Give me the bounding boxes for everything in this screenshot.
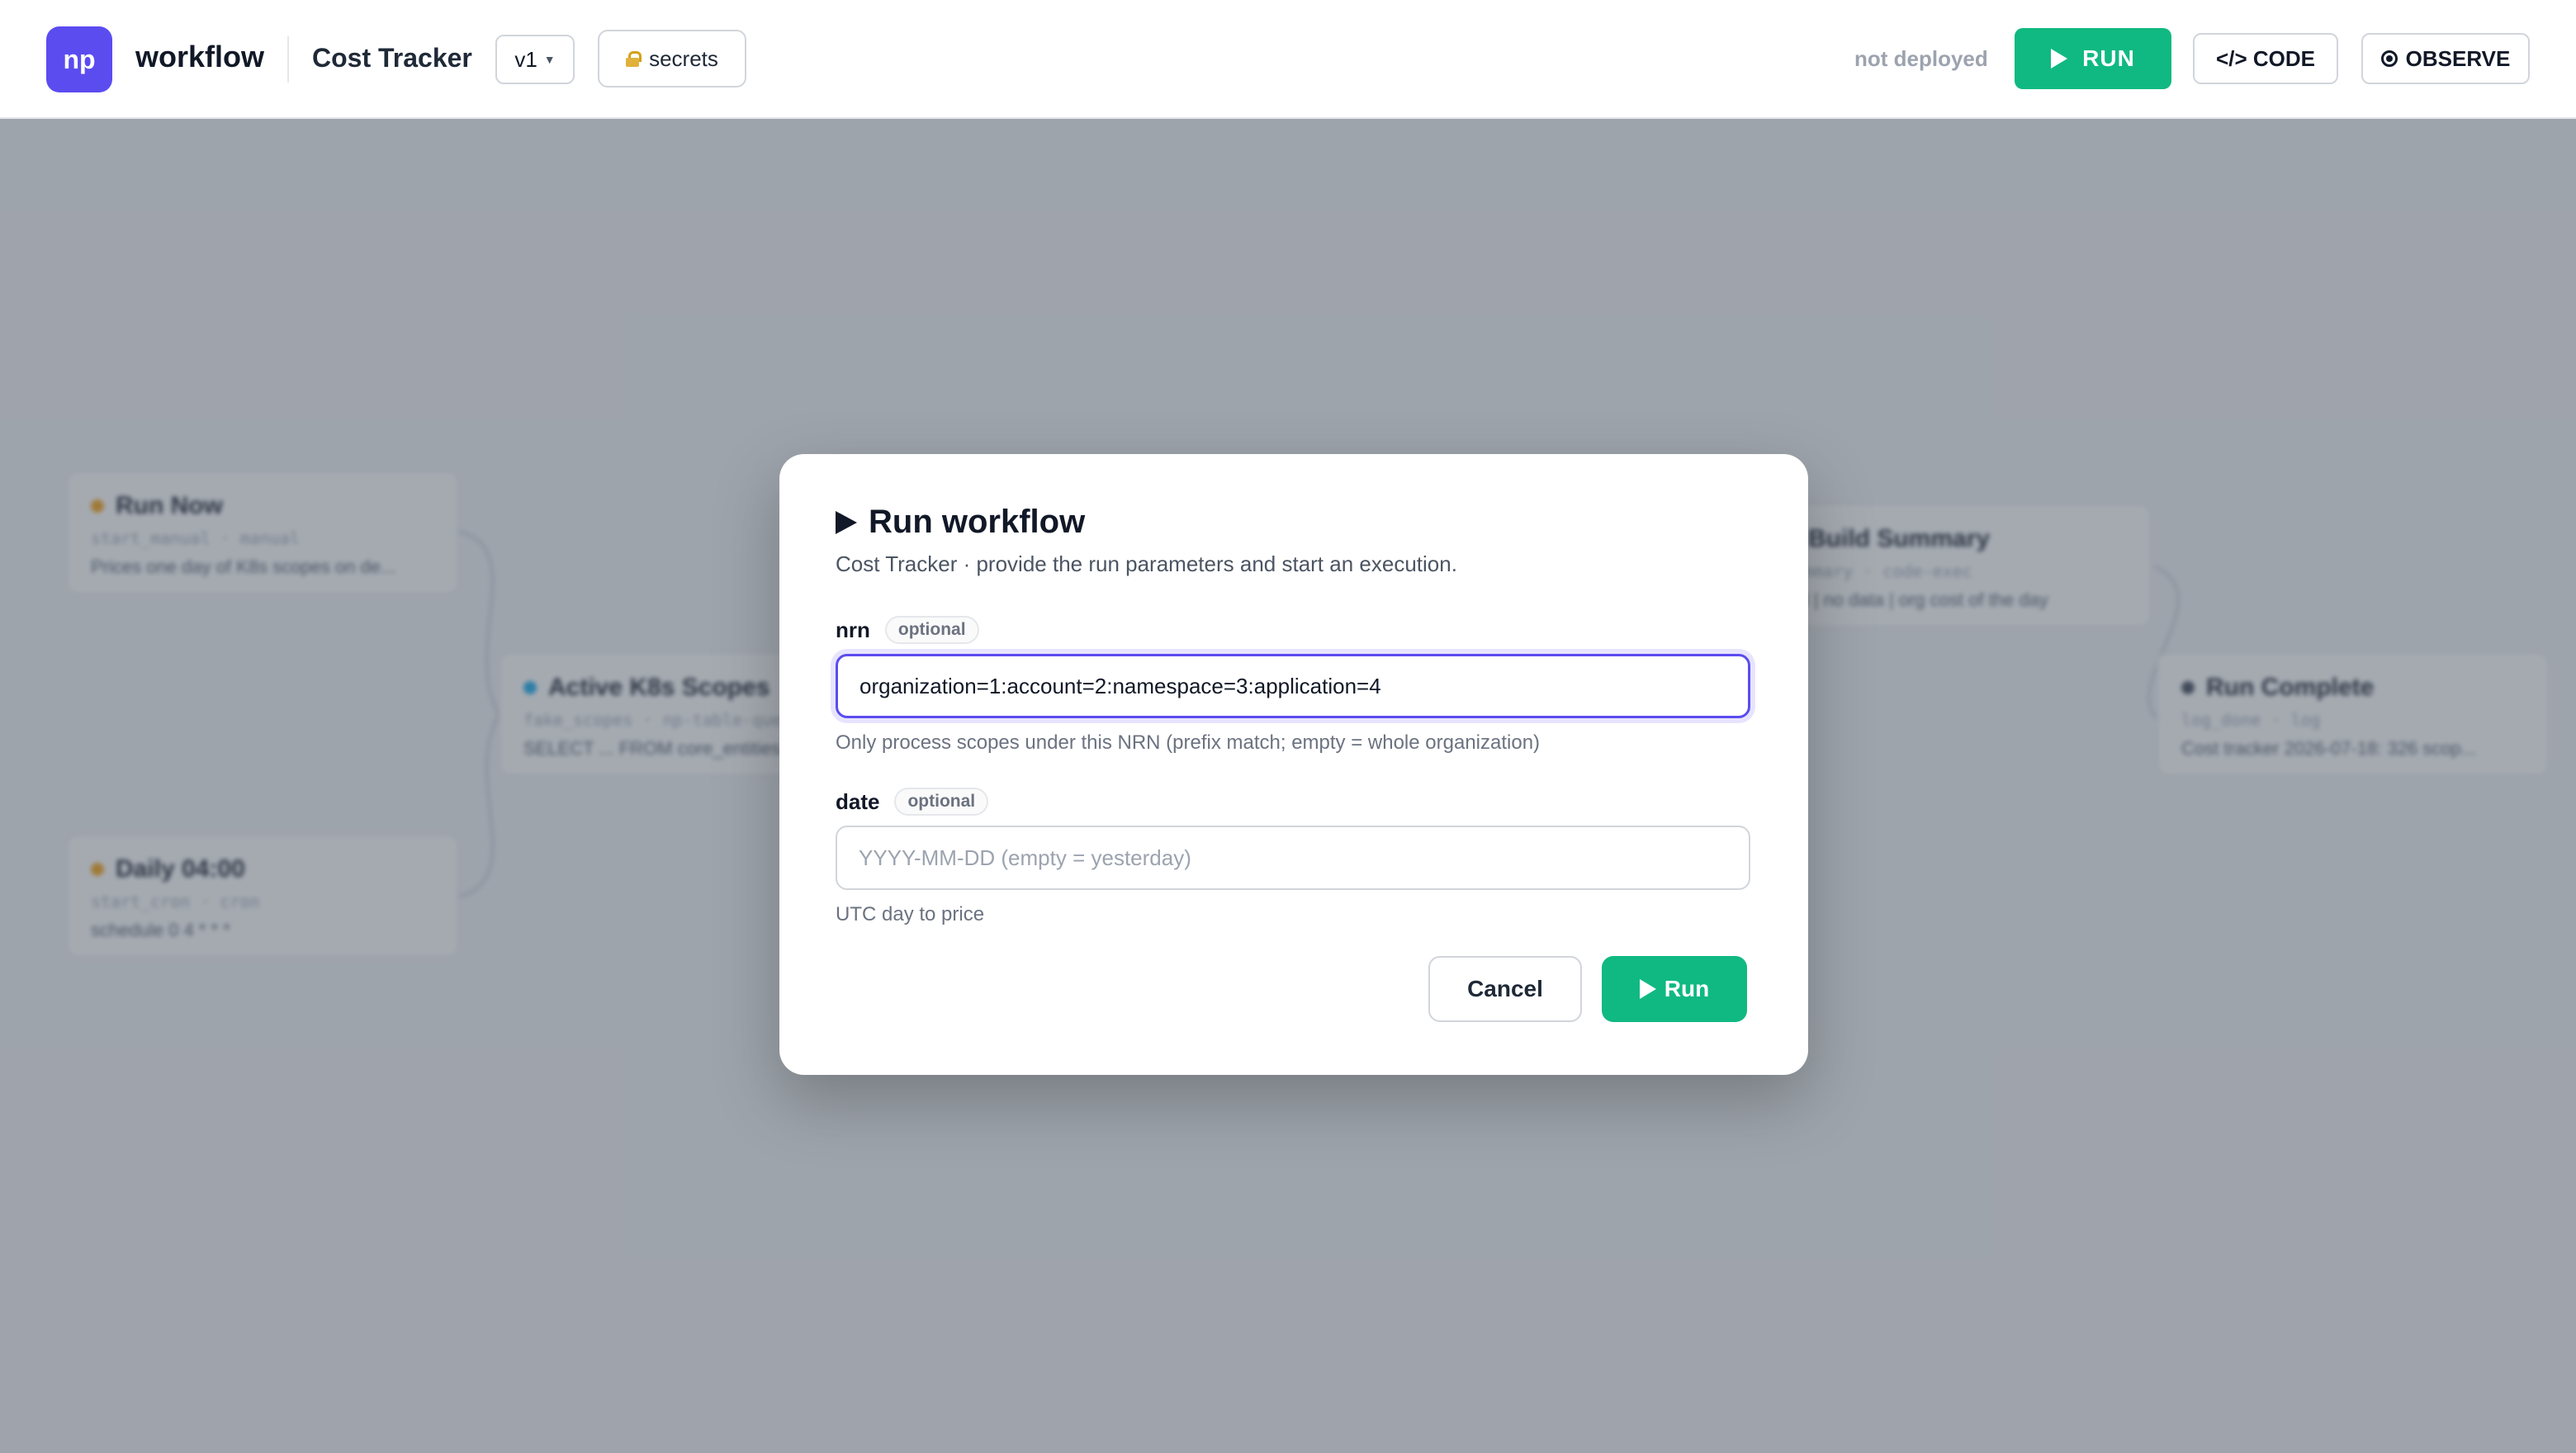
run-submit-label: Run: [1664, 976, 1710, 1001]
version-dropdown[interactable]: v1 ▼: [495, 35, 575, 84]
run-workflow-dialog: Run workflow Cost Tracker · provide the …: [779, 454, 1808, 1075]
run-button[interactable]: RUN: [2015, 28, 2171, 89]
lock-icon: [626, 51, 642, 67]
observe-button[interactable]: OBSERVE: [2361, 33, 2530, 84]
version-label: v1: [514, 46, 537, 72]
optional-badge: optional: [884, 616, 979, 644]
cancel-button[interactable]: Cancel: [1428, 956, 1582, 1022]
workflow-title: Cost Tracker: [312, 43, 472, 73]
record-icon: [2380, 50, 2398, 67]
date-input[interactable]: [836, 826, 1750, 890]
run-label: RUN: [2082, 45, 2135, 71]
date-label: date optional: [836, 788, 989, 816]
dialog-subtitle: Cost Tracker · provide the run parameter…: [836, 551, 1457, 576]
dialog-title: Run workflow: [836, 504, 1085, 541]
secrets-button[interactable]: secrets: [598, 30, 746, 88]
chevron-down-icon: ▼: [543, 53, 556, 66]
nrn-label: nrn optional: [836, 616, 979, 644]
date-label-text: date: [836, 788, 880, 814]
deploy-status: not deployed: [1854, 46, 1988, 71]
secrets-label: secrets: [649, 45, 718, 71]
app-logo: np: [46, 26, 112, 92]
code-button[interactable]: </> CODE: [2193, 33, 2338, 84]
nrn-input[interactable]: [836, 654, 1750, 718]
run-submit-button[interactable]: Run: [1602, 956, 1747, 1022]
optional-badge: optional: [894, 788, 989, 816]
nrn-help-text: Only process scopes under this NRN (pref…: [836, 731, 1541, 754]
dialog-title-text: Run workflow: [869, 504, 1086, 540]
header-divider: [287, 36, 289, 83]
app-name: workflow: [135, 40, 265, 73]
play-icon: [2051, 49, 2068, 69]
play-icon: [836, 510, 857, 534]
date-help-text: UTC day to price: [836, 903, 985, 925]
top-bar: np workflow Cost Tracker v1 ▼ secrets no…: [0, 0, 2576, 119]
play-icon: [1639, 979, 1656, 999]
nrn-label-text: nrn: [836, 617, 870, 642]
observe-label: OBSERVE: [2405, 45, 2511, 71]
